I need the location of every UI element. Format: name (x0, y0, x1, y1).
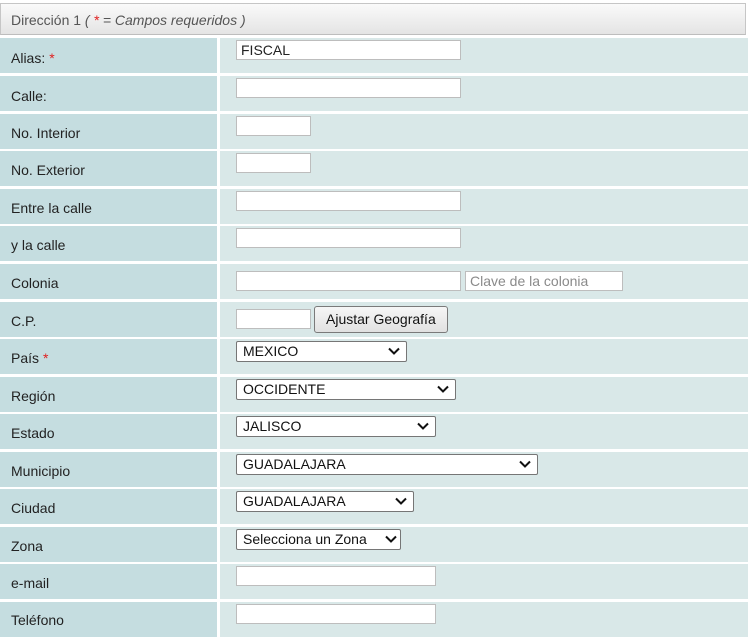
entre-calle-input[interactable] (236, 191, 461, 211)
calle-label: Calle: (11, 88, 47, 104)
email-input[interactable] (236, 566, 436, 586)
alias-label: Alias: (11, 50, 46, 66)
address-form: Dirección 1 ( * = Campos requeridos ) Al… (0, 0, 748, 637)
estado-label: Estado (11, 425, 55, 441)
region-selected-value: OCCIDENTE (243, 381, 326, 397)
section-title: Dirección 1 (11, 12, 82, 28)
zona-label: Zona (11, 538, 43, 554)
no-interior-input[interactable] (236, 116, 311, 136)
row-alias: Alias: * (0, 38, 748, 73)
ajustar-geografia-button[interactable]: Ajustar Geografía (314, 306, 448, 333)
entre-calle-label: Entre la calle (11, 200, 92, 216)
chevron-down-icon (519, 460, 531, 468)
colonia-input[interactable] (236, 271, 461, 291)
estado-selected-value: JALISCO (243, 418, 302, 434)
chevron-down-icon (417, 422, 429, 430)
ciudad-selected-value: GUADALAJARA (243, 493, 346, 509)
row-pais: País * MEXICO (0, 339, 748, 374)
municipio-select[interactable]: GUADALAJARA (236, 454, 538, 475)
row-estado: Estado JALISCO (0, 414, 748, 449)
row-calle: Calle: (0, 76, 748, 111)
chevron-down-icon (395, 497, 407, 505)
row-colonia: Colonia (0, 264, 748, 299)
colonia-label: Colonia (11, 275, 59, 291)
municipio-selected-value: GUADALAJARA (243, 456, 346, 472)
row-entre-calle: Entre la calle (0, 189, 748, 224)
required-note: ( * = Campos requeridos ) (84, 12, 246, 28)
row-y-calle: y la calle (0, 226, 748, 261)
y-calle-label: y la calle (11, 237, 66, 253)
row-municipio: Municipio GUADALAJARA (0, 452, 748, 487)
pais-select[interactable]: MEXICO (236, 341, 407, 362)
region-select[interactable]: OCCIDENTE (236, 379, 456, 400)
row-ciudad: Ciudad GUADALAJARA (0, 489, 748, 524)
ciudad-select[interactable]: GUADALAJARA (236, 491, 414, 512)
region-label: Región (11, 388, 56, 404)
telefono-input[interactable] (236, 604, 436, 624)
required-mark: * (43, 350, 49, 366)
section-header: Dirección 1 ( * = Campos requeridos ) (0, 3, 746, 35)
row-no-interior: No. Interior (0, 114, 748, 149)
clave-colonia-input[interactable] (465, 271, 623, 291)
telefono-label: Teléfono (11, 612, 64, 628)
alias-input[interactable] (236, 40, 461, 60)
row-no-exterior: No. Exterior (0, 151, 748, 186)
row-cp: C.P. Ajustar Geografía (0, 302, 748, 337)
ciudad-label: Ciudad (11, 500, 56, 516)
calle-input[interactable] (236, 78, 461, 98)
pais-selected-value: MEXICO (243, 343, 299, 359)
row-zona: Zona Selecciona un Zona (0, 527, 748, 562)
chevron-down-icon (437, 385, 449, 393)
no-interior-label: No. Interior (11, 125, 81, 141)
cp-label: C.P. (11, 313, 37, 329)
municipio-label: Municipio (11, 463, 71, 479)
email-label: e-mail (11, 575, 50, 591)
row-email: e-mail (0, 564, 748, 599)
no-exterior-input[interactable] (236, 153, 311, 173)
pais-label: País (11, 350, 40, 366)
estado-select[interactable]: JALISCO (236, 416, 436, 437)
zona-select[interactable]: Selecciona un Zona (236, 529, 401, 550)
row-telefono: Teléfono (0, 602, 748, 637)
row-region: Región OCCIDENTE (0, 377, 748, 412)
zona-selected-value: Selecciona un Zona (243, 531, 367, 547)
y-calle-input[interactable] (236, 228, 461, 248)
required-mark: * (49, 50, 55, 66)
chevron-down-icon (385, 535, 397, 543)
cp-input[interactable] (236, 309, 311, 329)
no-exterior-label: No. Exterior (11, 162, 85, 178)
chevron-down-icon (388, 347, 400, 355)
required-star: * (93, 12, 99, 28)
